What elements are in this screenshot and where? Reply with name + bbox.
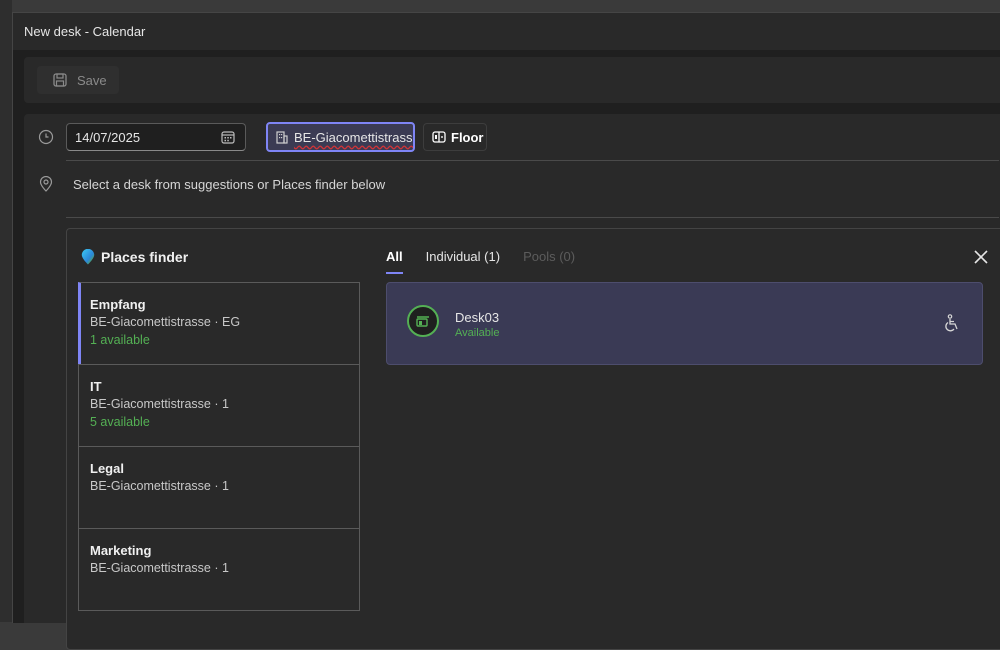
accessible-icon — [945, 314, 958, 332]
places-finder-panel: Places finder Empfang BE-Giacomettistras… — [66, 228, 1000, 650]
save-button[interactable]: Save — [37, 66, 119, 94]
building-label: BE-Giacomettistrasse — [294, 129, 415, 145]
window-title: New desk - Calendar — [24, 24, 146, 39]
tab-pools: Pools (0) — [523, 249, 576, 264]
location-name: IT — [90, 379, 102, 394]
places-finder-header: Places finder — [81, 249, 188, 265]
location-availability: 5 available — [90, 415, 150, 429]
main-content: 14/07/2025 BE-Giacomettistrasse Floor Se… — [24, 114, 1000, 650]
date-field[interactable]: 14/07/2025 — [66, 123, 246, 151]
location-name: Legal — [90, 461, 124, 476]
location-building: BE-Giacomettistrasse · 1 — [90, 397, 229, 411]
floor-plan-icon — [432, 131, 446, 143]
building-selector-button[interactable]: BE-Giacomettistrasse — [266, 122, 415, 152]
location-item-empfang[interactable]: Empfang BE-Giacomettistrasse · EG 1 avai… — [78, 282, 360, 365]
calendar-icon[interactable] — [221, 130, 235, 144]
desk-name: Desk03 — [455, 310, 500, 325]
floor-label: Floor — [451, 129, 484, 145]
location-item-legal[interactable]: Legal BE-Giacomettistrasse · 1 — [78, 446, 360, 529]
toolbar: Save — [24, 57, 1000, 103]
close-icon[interactable] — [972, 248, 990, 266]
save-icon — [53, 73, 67, 87]
building-icon — [276, 130, 288, 144]
clock-icon — [38, 129, 54, 145]
dialog-window: New desk - Calendar Save 14/07/2025 BE-G… — [12, 12, 1000, 650]
places-finder-title: Places finder — [101, 249, 189, 265]
location-building: BE-Giacomettistrasse · 1 — [90, 479, 229, 493]
location-building: BE-Giacomettistrasse · EG — [90, 315, 241, 329]
divider — [66, 217, 999, 218]
result-tabs: All Individual (1) Pools (0) — [386, 249, 598, 274]
save-label: Save — [77, 72, 107, 88]
places-logo-icon — [81, 249, 95, 265]
location-item-marketing[interactable]: Marketing BE-Giacomettistrasse · 1 — [78, 528, 360, 611]
location-name: Empfang — [90, 297, 146, 312]
location-list: Empfang BE-Giacomettistrasse · EG 1 avai… — [78, 282, 360, 611]
desk-result-card[interactable]: Desk03 Available — [386, 282, 983, 365]
location-pin-icon — [39, 176, 53, 192]
divider — [66, 160, 999, 161]
location-name: Marketing — [90, 543, 152, 558]
background-app — [0, 0, 12, 622]
desk-hint-text: Select a desk from suggestions or Places… — [73, 177, 386, 192]
desk-icon — [407, 305, 439, 337]
location-building: BE-Giacomettistrasse · 1 — [90, 561, 229, 575]
date-value: 14/07/2025 — [75, 129, 141, 145]
floor-button[interactable]: Floor — [423, 123, 487, 151]
location-availability: 1 available — [90, 333, 150, 347]
location-item-it[interactable]: IT BE-Giacomettistrasse · 1 5 available — [78, 364, 360, 447]
title-bar: New desk - Calendar — [13, 13, 1000, 50]
tab-all[interactable]: All — [386, 249, 403, 274]
tab-individual[interactable]: Individual (1) — [426, 249, 500, 274]
desk-status: Available — [455, 327, 500, 339]
